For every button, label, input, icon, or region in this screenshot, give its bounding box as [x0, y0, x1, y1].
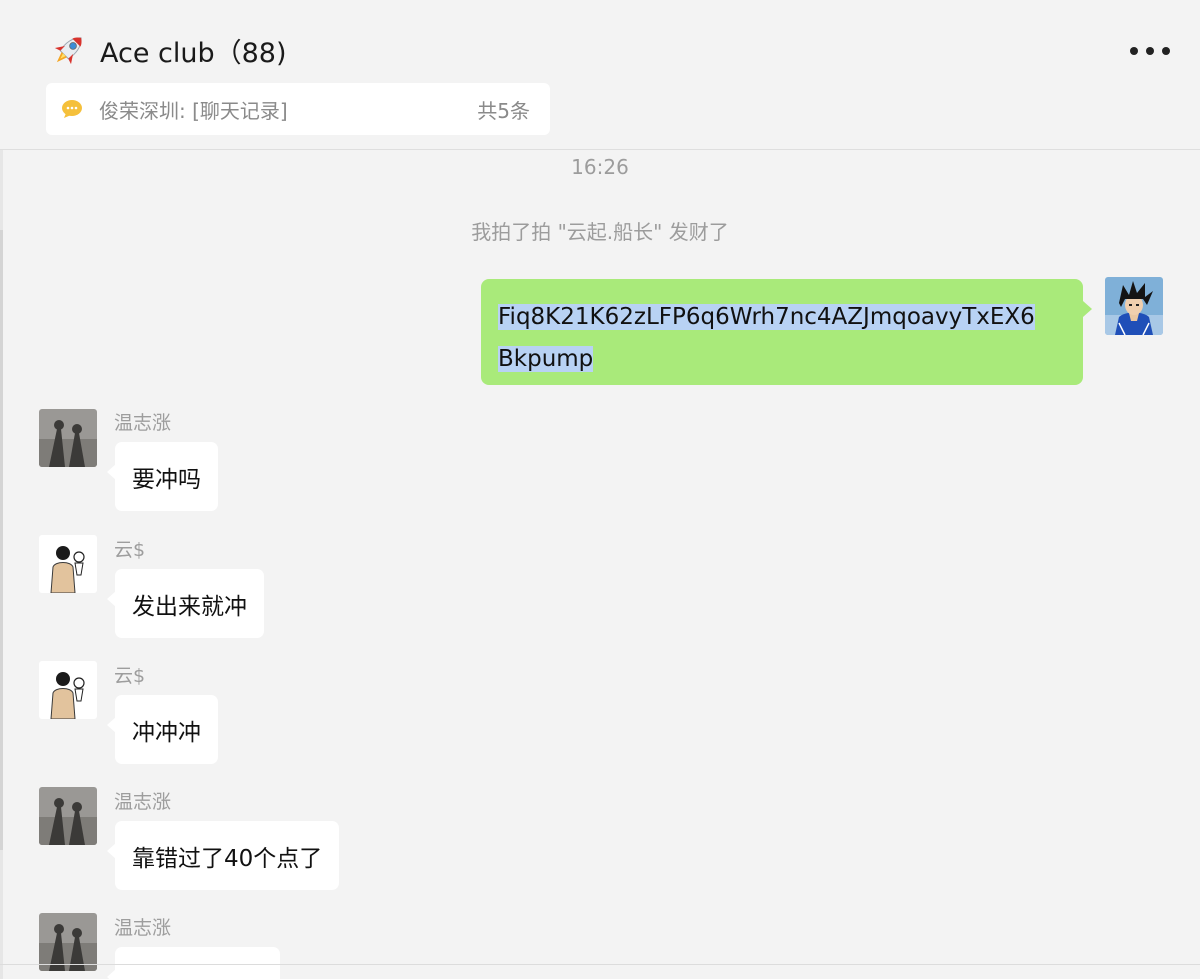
more-icon — [1130, 47, 1138, 55]
message-sender: 云$ — [114, 665, 146, 687]
chat-header: Ace club（88) 俊荣深圳: [聊天记录] 共5条 — [0, 0, 1200, 150]
chat-window: Ace club（88) 俊荣深圳: [聊天记录] 共5条 16:26 我拍了拍… — [0, 0, 1200, 979]
chat-bubble-icon — [62, 100, 82, 118]
message-bubble[interactable]: 靠错过了40个点了 — [106, 821, 340, 890]
avatar-wenzhizhang[interactable] — [39, 787, 97, 845]
avatar-wenzhizhang[interactable] — [39, 913, 97, 971]
input-divider — [0, 964, 1200, 965]
my-message-bubble[interactable]: Fiq8K21K62zLFP6q6Wrh7nc4AZJmqoavyTxEX6 B… — [481, 279, 1092, 385]
shadow-photo-avatar — [39, 787, 97, 845]
message-sender: 温志涨 — [114, 917, 172, 939]
pinned-message-text: 俊荣深圳: [聊天记录] — [99, 98, 288, 123]
selected-text-line-1: Fiq8K21K62zLFP6q6Wrh7nc4AZJmqoavyTxEX6 — [498, 304, 1035, 330]
message-bubble[interactable] — [107, 947, 280, 979]
selected-text-line-2: Bkpump — [498, 346, 594, 372]
message-sender: 温志涨 — [114, 412, 172, 434]
shadow-photo-avatar — [39, 409, 97, 467]
avatar-wenzhizhang[interactable] — [39, 409, 97, 467]
message-timestamp: 16:26 — [571, 155, 629, 179]
avatar-yun[interactable] — [39, 661, 97, 719]
more-icon-dot — [1162, 47, 1170, 55]
more-options-button[interactable] — [1130, 36, 1170, 66]
shadow-photo-avatar — [39, 913, 97, 971]
my-avatar[interactable] — [1105, 277, 1163, 335]
person-sketch-avatar — [39, 661, 97, 719]
more-icon-dot — [1146, 47, 1154, 55]
rocket-icon — [54, 37, 82, 65]
avatar-yun[interactable] — [39, 535, 97, 593]
message-bubble[interactable]: 要冲吗 — [107, 442, 218, 511]
chat-title-row: Ace club（88) — [50, 28, 287, 72]
pinned-message-bar[interactable]: 俊荣深圳: [聊天记录] 共5条 — [46, 83, 550, 135]
chat-title: Ace club（88) — [100, 37, 287, 69]
message-text: 要冲吗 — [132, 466, 201, 493]
message-bubble[interactable]: 发出来就冲 — [107, 569, 264, 638]
goku-avatar-image — [1105, 277, 1163, 335]
person-sketch-avatar — [39, 535, 97, 593]
message-bubble[interactable]: 冲冲冲 — [107, 695, 218, 764]
message-text: 冲冲冲 — [132, 719, 201, 746]
pinned-message-count: 共5条 — [477, 98, 530, 123]
message-sender: 温志涨 — [114, 791, 172, 813]
message-sender: 云$ — [114, 539, 146, 561]
message-text: 靠错过了40个点了 — [132, 845, 323, 872]
system-message: 我拍了拍 "云起.船长" 发财了 — [471, 220, 729, 244]
message-text: 发出来就冲 — [132, 593, 247, 620]
